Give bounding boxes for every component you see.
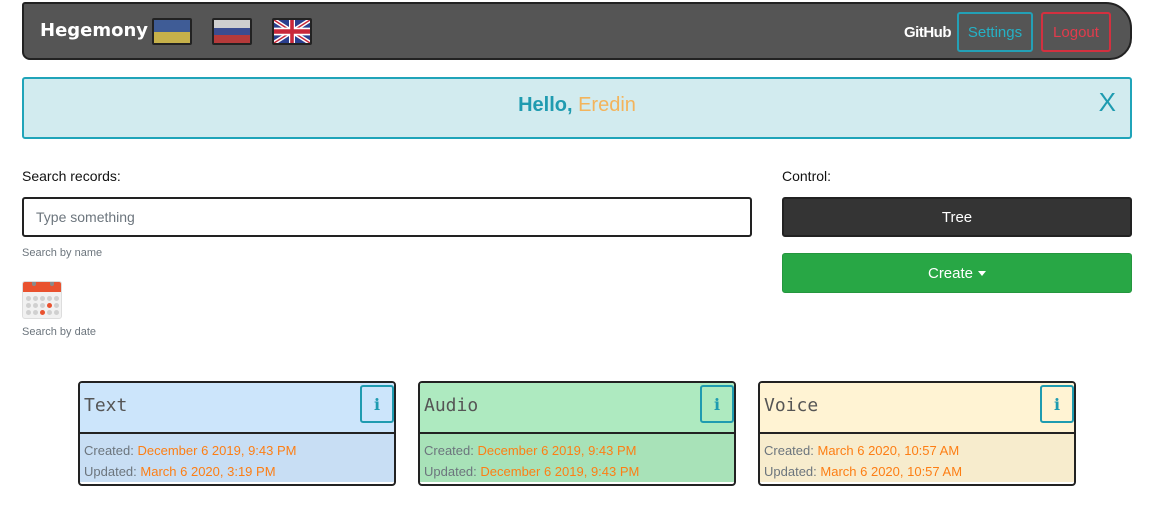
card-body: Created: December 6 2019, 9:43 PM Update… — [420, 434, 734, 482]
card-title: Text — [84, 395, 128, 416]
card-header: Audio i — [420, 383, 734, 434]
created-label: Created: — [764, 443, 814, 458]
create-dropdown-button[interactable]: Create — [782, 253, 1132, 293]
created-date: March 6 2020, 10:57 AM — [817, 443, 960, 458]
card-title: Audio — [424, 395, 479, 416]
updated-label: Updated: — [764, 464, 817, 479]
search-input[interactable] — [22, 197, 752, 237]
caret-down-icon — [978, 270, 987, 276]
record-card-voice[interactable]: Voice i Created: March 6 2020, 10:57 AM … — [758, 381, 1076, 486]
settings-button[interactable]: Settings — [957, 12, 1033, 52]
created-label: Created: — [84, 443, 134, 458]
record-card-audio[interactable]: Audio i Created: December 6 2019, 9:43 P… — [418, 381, 736, 486]
tree-button[interactable]: Tree — [782, 197, 1132, 237]
created-label: Created: — [424, 443, 474, 458]
tree-button-label: Tree — [941, 208, 973, 226]
card-body: Created: December 6 2019, 9:43 PM Update… — [80, 434, 394, 482]
greeting-hello: Hello, — [518, 94, 573, 116]
info-button[interactable]: i — [1040, 385, 1074, 423]
record-card-text[interactable]: Text i Created: December 6 2019, 9:43 PM… — [78, 381, 396, 486]
updated-date: December 6 2019, 9:43 PM — [480, 464, 640, 479]
updated-date: March 6 2020, 3:19 PM — [140, 464, 276, 479]
russia-flag-icon[interactable] — [212, 18, 252, 45]
uk-flag-icon[interactable] — [272, 18, 312, 45]
logout-button[interactable]: Logout — [1041, 12, 1111, 52]
ukraine-flag-icon[interactable] — [152, 18, 192, 45]
created-date: December 6 2019, 9:43 PM — [477, 443, 637, 458]
info-button[interactable]: i — [360, 385, 394, 423]
search-by-date-hint: Search by date — [22, 326, 96, 338]
control-label: Control: — [782, 168, 832, 184]
card-header: Voice i — [760, 383, 1074, 434]
brand-logo[interactable]: Hegemony — [40, 20, 148, 41]
created-date: December 6 2019, 9:43 PM — [137, 443, 297, 458]
info-button[interactable]: i — [700, 385, 734, 423]
card-title: Voice — [764, 395, 819, 416]
navbar: Hegemony GitHub Settings Logout — [22, 2, 1132, 60]
create-button-label: Create — [927, 264, 974, 282]
github-link[interactable]: GitHub — [904, 24, 952, 41]
updated-date: March 6 2020, 10:57 AM — [820, 464, 963, 479]
card-header: Text i — [80, 383, 394, 434]
close-icon[interactable]: X — [1099, 89, 1116, 115]
greeting-text: Hello, Eredin — [24, 94, 1130, 117]
search-label: Search records: — [22, 168, 121, 184]
greeting-username: Eredin — [578, 94, 636, 116]
calendar-icon[interactable] — [22, 281, 62, 319]
updated-label: Updated: — [84, 464, 137, 479]
card-body: Created: March 6 2020, 10:57 AM Updated:… — [760, 434, 1074, 482]
updated-label: Updated: — [424, 464, 477, 479]
greeting-alert: Hello, Eredin X — [22, 77, 1132, 139]
search-by-name-hint: Search by name — [22, 247, 103, 259]
